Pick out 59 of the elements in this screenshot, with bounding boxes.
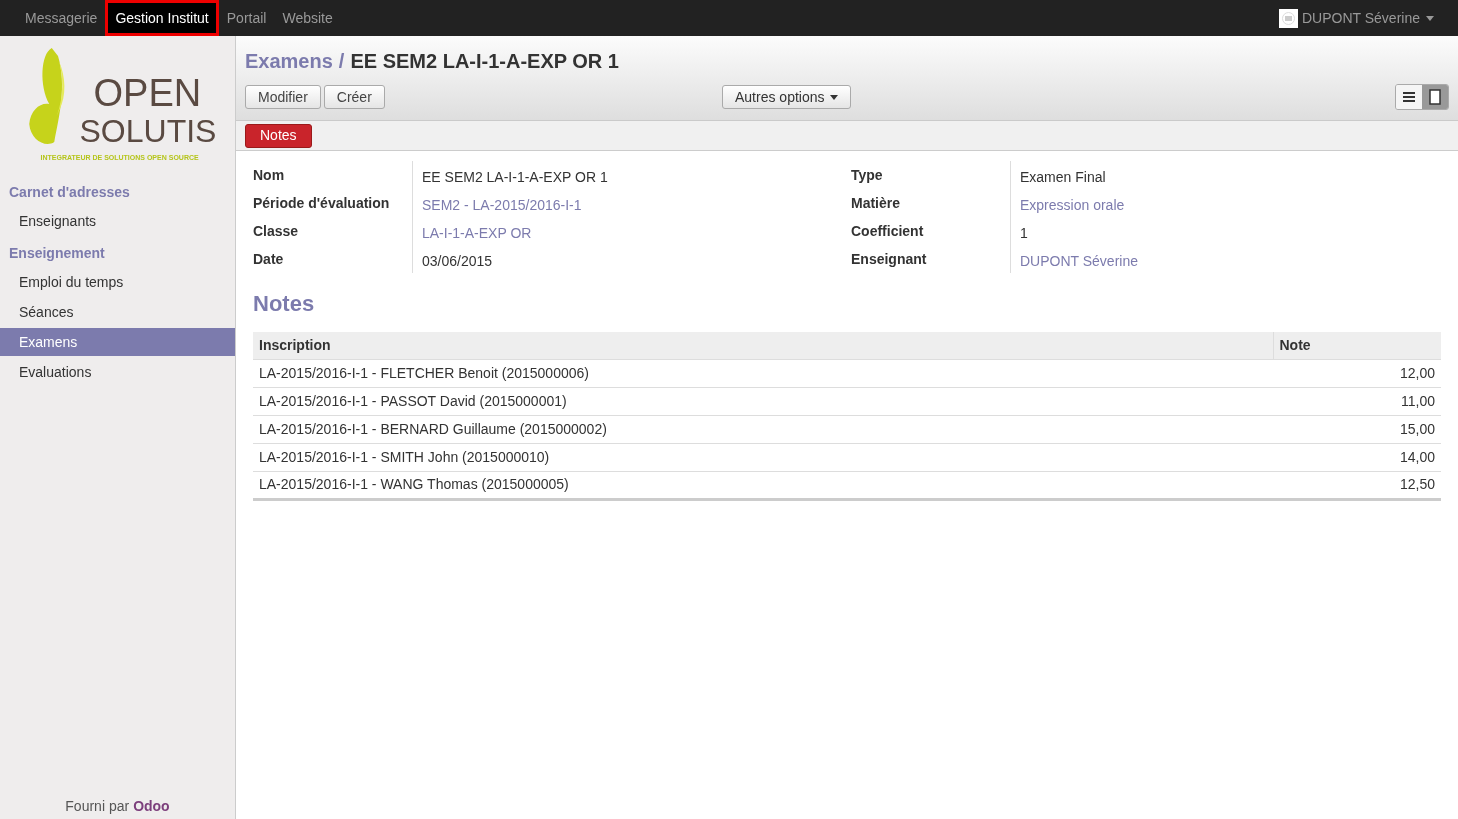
table-cell: 12,00 xyxy=(1273,359,1441,387)
sidebar-item[interactable]: Examens xyxy=(0,328,235,356)
field-value: EE SEM2 LA-I-1-A-EXP OR 1 xyxy=(421,168,609,187)
caret-icon xyxy=(829,94,838,100)
field-label: Nom xyxy=(253,161,413,189)
table-cell: LA-2015/2016-I-1 - FLETCHER Benoit (2015000006) xyxy=(253,359,1273,387)
sidebar-item[interactable]: Séances xyxy=(0,298,235,326)
record-title: EE SEM2 LA-I-1-A-EXP OR 1 xyxy=(350,49,619,74)
field-value: 03/06/2015 xyxy=(421,252,494,271)
table-cell: 11,00 xyxy=(1273,387,1441,415)
table-cell: 12,50 xyxy=(1273,471,1441,499)
table-cell: LA-2015/2016-I-1 - SMITH John (2015000010) xyxy=(253,443,1273,471)
field-label: Coefficient xyxy=(851,217,1011,245)
form-view-icon xyxy=(1429,89,1441,105)
more-options-dropdown[interactable]: Autres options xyxy=(722,85,851,109)
toolbar-button[interactable]: Créer xyxy=(323,85,385,109)
footer-text: Fourni par xyxy=(65,797,130,816)
field-value: Examen Final xyxy=(1019,168,1107,187)
table-cell: LA-2015/2016-I-1 - PASSOT David (2015000001) xyxy=(253,387,1273,415)
top-menu-item[interactable]: Website xyxy=(274,0,341,36)
field-link[interactable]: SEM2 - LA-2015/2016-I-1 xyxy=(413,189,851,217)
top-menu-item[interactable]: Portail xyxy=(218,0,275,36)
field-label: Date xyxy=(253,245,413,273)
odoo-link[interactable]: Odoo xyxy=(133,796,170,817)
sidebar-section-title: Enseignement xyxy=(8,244,106,263)
logo-text: OPEN xyxy=(93,74,202,112)
notes-button[interactable]: Notes xyxy=(245,123,312,148)
toolbar-button[interactable]: Modifier xyxy=(245,85,321,109)
list-view-icon xyxy=(1403,92,1415,102)
view-switch-button[interactable] xyxy=(1422,85,1448,109)
breadcrumb-separator: / xyxy=(338,49,345,74)
field-label: Classe xyxy=(253,217,413,245)
field-link[interactable]: DUPONT Séverine xyxy=(1011,245,1441,273)
field-label: Période d'évaluation xyxy=(253,189,413,217)
column-header: Note xyxy=(1273,332,1441,359)
avatar-icon xyxy=(1279,8,1298,28)
field-label: Type xyxy=(851,161,1011,189)
field-link[interactable]: Expression orale xyxy=(1011,189,1441,217)
table-cell: 14,00 xyxy=(1273,443,1441,471)
sidebar-item[interactable]: Emploi du temps xyxy=(0,268,235,296)
field-label: Enseignant xyxy=(851,245,1011,273)
field-link[interactable]: LA-I-1-A-EXP OR xyxy=(413,217,851,245)
field-label: Matière xyxy=(851,189,1011,217)
table-cell: LA-2015/2016-I-1 - WANG Thomas (2015000005) xyxy=(253,471,1273,499)
table-cell: 15,00 xyxy=(1273,415,1441,443)
sidebar-item[interactable]: Evaluations xyxy=(0,358,235,386)
sidebar-section-title: Carnet d'adresses xyxy=(8,183,131,202)
breadcrumb-link[interactable]: Examens xyxy=(245,46,333,76)
sidebar-item[interactable]: Enseignants xyxy=(0,207,235,235)
column-header: Inscription xyxy=(253,332,1273,359)
user-menu[interactable]: DUPONT Séverine xyxy=(1302,7,1434,29)
top-menu-item[interactable]: Messagerie xyxy=(17,0,106,36)
table-cell: LA-2015/2016-I-1 - BERNARD Guillaume (2015000002) xyxy=(253,415,1273,443)
logo-text: SOLUTIS xyxy=(79,114,217,148)
top-menu-item[interactable]: Gestion Institut xyxy=(105,0,219,36)
field-value: 1 xyxy=(1019,224,1029,243)
view-switch-button[interactable] xyxy=(1396,85,1422,109)
caret-icon xyxy=(1426,15,1434,21)
section-title: Notes xyxy=(253,290,316,318)
